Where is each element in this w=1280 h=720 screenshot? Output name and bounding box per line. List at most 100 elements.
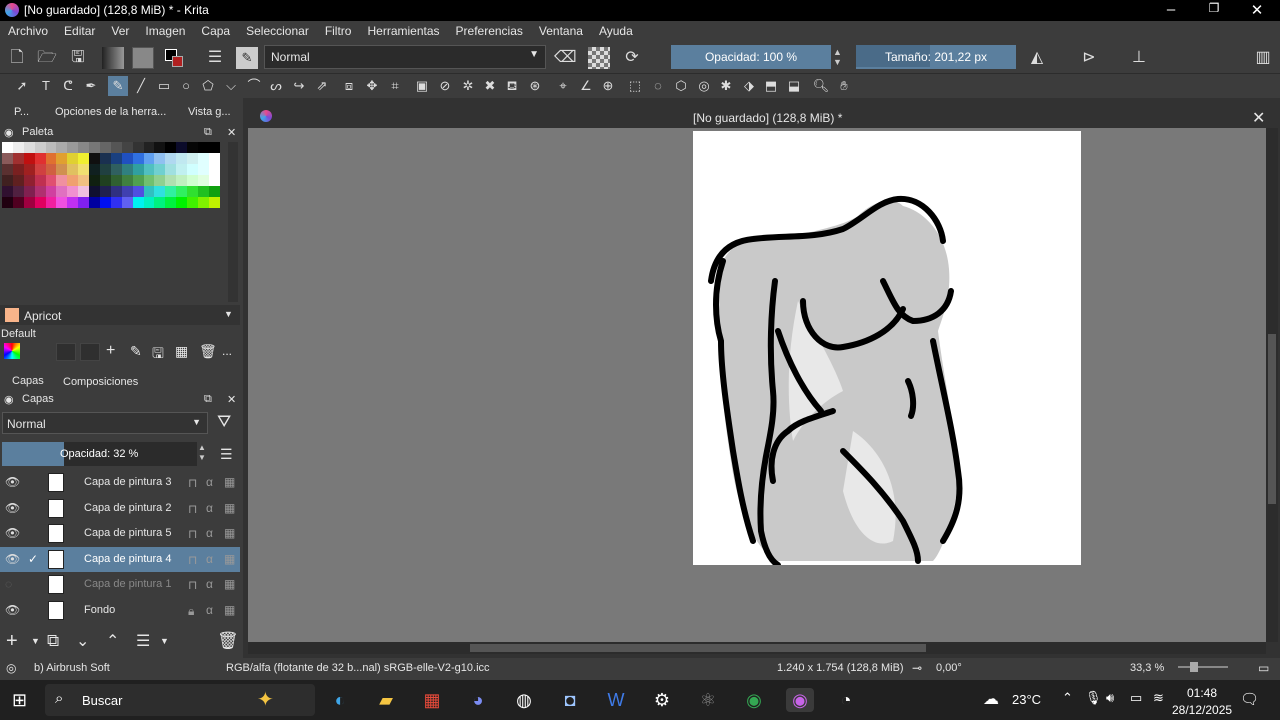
palette-swatch[interactable] bbox=[165, 142, 177, 153]
palette-swatch[interactable] bbox=[121, 142, 133, 153]
pattern-preset-icon[interactable] bbox=[132, 47, 154, 69]
float-docker-icon[interactable]: ⧉ bbox=[204, 393, 212, 406]
visibility-eye-icon[interactable]: 👁︎ bbox=[5, 475, 20, 489]
mirror-horizontal-icon[interactable]: ◭ bbox=[1026, 47, 1048, 69]
zoom-tool-icon[interactable]: 🔍︎ bbox=[811, 76, 831, 96]
move-layer-up-icon[interactable]: ⌃ bbox=[106, 631, 119, 651]
palette-swatch[interactable] bbox=[121, 164, 133, 175]
edge-icon[interactable]: ◐ bbox=[326, 688, 354, 712]
alpha-icon[interactable]: α bbox=[206, 501, 213, 515]
chevron-down-icon[interactable]: ▼ bbox=[160, 636, 169, 646]
close-button[interactable]: ✕ bbox=[1237, 1, 1277, 19]
palette-swatch[interactable] bbox=[187, 153, 199, 164]
palette-swatch[interactable] bbox=[2, 186, 13, 197]
menu-editar[interactable]: Editar bbox=[56, 21, 103, 38]
foreground-slot[interactable] bbox=[56, 343, 76, 361]
palette-swatch[interactable] bbox=[110, 164, 122, 175]
palette-swatch[interactable] bbox=[187, 142, 199, 153]
palette-swatch[interactable] bbox=[187, 186, 199, 197]
polyline-tool-icon[interactable]: ⌵ bbox=[221, 76, 241, 96]
menu-ventana[interactable]: Ventana bbox=[531, 21, 591, 38]
palette-swatch[interactable] bbox=[154, 164, 166, 175]
checkmark-icon[interactable]: ✓ bbox=[28, 552, 38, 566]
palette-swatch[interactable] bbox=[176, 197, 188, 208]
menu-archivo[interactable]: Archivo bbox=[0, 21, 56, 38]
palette-swatch[interactable] bbox=[143, 164, 155, 175]
layer-properties-icon[interactable]: ☰ bbox=[136, 631, 150, 651]
speaker-icon[interactable]: 🔊︎ bbox=[1106, 690, 1114, 706]
palette-swatch[interactable] bbox=[143, 186, 155, 197]
lock-icon[interactable]: ⊓ bbox=[188, 578, 197, 592]
palette-swatch[interactable] bbox=[45, 175, 57, 186]
palette-swatch[interactable] bbox=[34, 186, 46, 197]
palette-swatch[interactable] bbox=[143, 142, 155, 153]
wrap-around-icon[interactable]: ⊥ bbox=[1128, 47, 1150, 69]
palette-swatch[interactable] bbox=[208, 164, 220, 175]
menu-preferencias[interactable]: Preferencias bbox=[448, 21, 531, 38]
clock-date[interactable]: 28/12/2025 bbox=[1172, 703, 1232, 717]
palette-swatch[interactable] bbox=[12, 142, 24, 153]
calligraphy-icon[interactable]: ✒ bbox=[81, 76, 101, 96]
palette-swatch[interactable] bbox=[110, 197, 122, 208]
palette-swatch[interactable] bbox=[165, 186, 177, 197]
palette-swatch[interactable] bbox=[12, 186, 24, 197]
palette-swatch[interactable] bbox=[100, 164, 111, 175]
palette-swatch[interactable] bbox=[45, 197, 57, 208]
palette-swatch[interactable] bbox=[67, 175, 79, 186]
ellipse-select-icon[interactable]: ◌ bbox=[648, 76, 668, 96]
palette-swatch[interactable] bbox=[23, 197, 35, 208]
tab-overview[interactable]: Vista g... bbox=[188, 106, 231, 118]
delete-color-icon[interactable]: 🗑︎ bbox=[199, 343, 217, 360]
menu-ayuda[interactable]: Ayuda bbox=[591, 21, 641, 38]
horizontal-scrollbar[interactable] bbox=[248, 642, 1266, 654]
blend-mode-select[interactable]: Normal ▼ bbox=[264, 45, 546, 69]
palette-swatch[interactable] bbox=[143, 175, 155, 186]
brush-size-slider[interactable]: Tamaño: 201,22 px bbox=[856, 45, 1016, 69]
palette-swatch[interactable] bbox=[78, 197, 90, 208]
microphone-icon[interactable]: 🎙︎ bbox=[1085, 690, 1102, 706]
alpha-icon[interactable]: α bbox=[206, 577, 213, 591]
palette-swatch[interactable] bbox=[56, 197, 68, 208]
settings-icon[interactable]: ⚙ bbox=[648, 688, 676, 712]
palette-swatch[interactable] bbox=[78, 175, 90, 186]
palette-swatch[interactable] bbox=[208, 186, 220, 197]
select-shapes-icon[interactable]: ➚ bbox=[12, 76, 32, 96]
lock-icon[interactable]: ⊓ bbox=[188, 476, 197, 490]
palette-swatch[interactable] bbox=[89, 153, 101, 164]
palette-swatch[interactable] bbox=[89, 142, 101, 153]
palette-swatch[interactable] bbox=[2, 197, 13, 208]
palette-swatch[interactable] bbox=[110, 153, 122, 164]
palette-swatch[interactable] bbox=[132, 197, 144, 208]
reference-tool-icon[interactable]: ⊕ bbox=[598, 76, 618, 96]
layer-opacity-slider[interactable]: Opacidad: 32 % bbox=[2, 442, 197, 466]
palette-swatch[interactable] bbox=[34, 153, 46, 164]
palette-scrollbar[interactable] bbox=[228, 142, 238, 302]
visibility-eye-icon[interactable]: 👁︎ bbox=[5, 603, 20, 617]
palette-swatch[interactable] bbox=[56, 164, 68, 175]
tab-composiciones[interactable]: Composiciones bbox=[63, 376, 138, 388]
lock-icon[interactable]: ⊓ bbox=[188, 527, 197, 541]
palette-set-icon[interactable] bbox=[4, 343, 20, 359]
palette-swatch[interactable] bbox=[198, 142, 209, 153]
drawing-canvas[interactable] bbox=[693, 131, 1081, 568]
edit-color-icon[interactable]: ✎ bbox=[130, 343, 142, 360]
palette-swatch[interactable] bbox=[12, 197, 24, 208]
palette-swatch[interactable] bbox=[78, 186, 90, 197]
palette-grid[interactable] bbox=[2, 142, 226, 210]
krita-taskbar-icon[interactable]: ◉ bbox=[786, 688, 814, 712]
weather-icon[interactable]: ☁ bbox=[983, 689, 999, 709]
lock-icon[interactable]: ⊓ bbox=[188, 553, 197, 567]
palette-swatch[interactable] bbox=[23, 164, 35, 175]
palette-swatch[interactable] bbox=[67, 197, 79, 208]
palette-swatch[interactable] bbox=[23, 175, 35, 186]
camera-icon[interactable]: ◘ bbox=[556, 688, 584, 712]
palette-swatch[interactable] bbox=[208, 175, 220, 186]
workspace-icon[interactable]: ▥ bbox=[1252, 47, 1274, 69]
alpha-icon[interactable]: α bbox=[206, 475, 213, 489]
palette-swatch[interactable] bbox=[2, 164, 13, 175]
palette-swatch[interactable] bbox=[67, 186, 79, 197]
rectangle-tool-icon[interactable]: ▭ bbox=[154, 76, 174, 96]
bezier-select-icon[interactable]: ⬒ bbox=[761, 76, 781, 96]
discord-icon[interactable]: ◕ bbox=[464, 688, 492, 712]
palette-swatch[interactable] bbox=[121, 197, 133, 208]
